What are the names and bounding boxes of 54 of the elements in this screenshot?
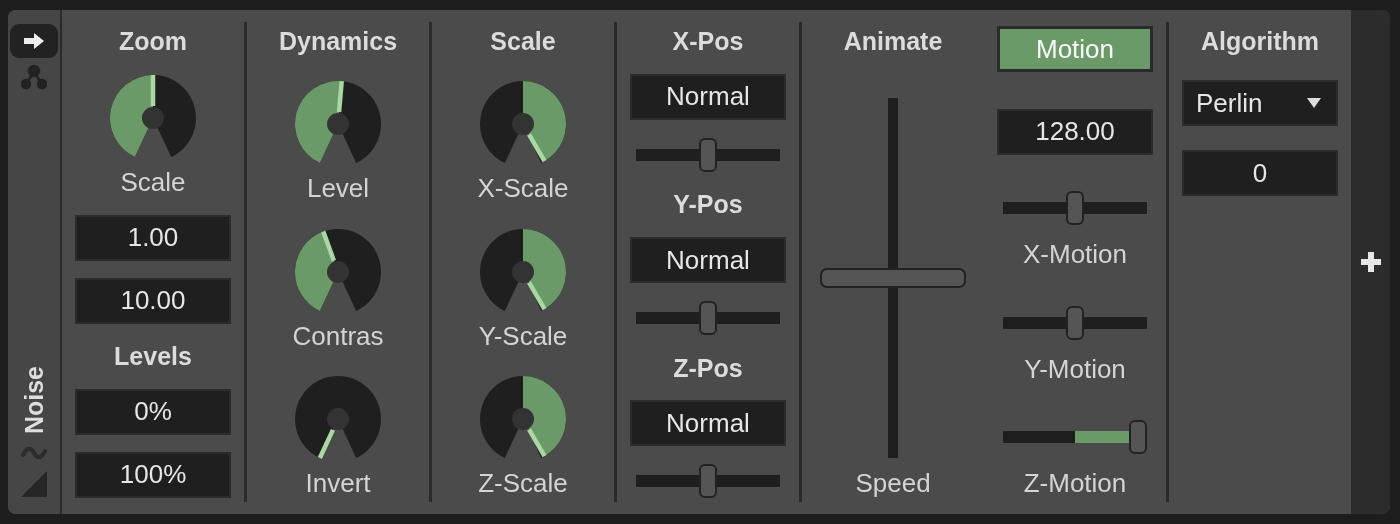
section-heading: Algorithm [1200, 26, 1319, 56]
section-heading: X-Pos [672, 26, 744, 56]
slider-thumb[interactable] [1066, 191, 1084, 225]
value-field[interactable]: Normal [630, 400, 786, 447]
nodes-icon[interactable] [21, 64, 47, 90]
section-heading: Animate [843, 26, 943, 56]
slider-fill [1075, 431, 1129, 443]
fader-label: Speed [855, 468, 931, 498]
section-heading: Dynamics [278, 26, 398, 56]
section-heading: Zoom [118, 26, 187, 56]
value-field[interactable]: 100% [75, 451, 231, 498]
slider-thumb[interactable] [699, 300, 717, 335]
knob-label: Z-Scale [478, 468, 568, 498]
value-field[interactable]: 10.00 [75, 278, 231, 324]
corner-triangle-icon[interactable] [20, 470, 48, 498]
section-heading: Levels [114, 341, 192, 372]
knob-label: Y-Scale [478, 320, 568, 351]
arrow-button[interactable] [10, 24, 58, 58]
slider[interactable] [1003, 305, 1147, 340]
slider-label: Y-Motion [1024, 353, 1126, 384]
fader[interactable] [820, 98, 966, 458]
arrow-right-icon [22, 32, 46, 50]
value-field[interactable]: 0% [75, 388, 231, 435]
slider-thumb[interactable] [699, 137, 717, 172]
knob-label: Scale [120, 167, 186, 198]
wave-icon [21, 446, 47, 460]
dropdown[interactable]: Perlin [1182, 80, 1338, 126]
section-heading: Z-Pos [673, 352, 743, 383]
slider-label: X-Motion [1022, 239, 1127, 269]
fader-thumb[interactable] [820, 268, 966, 288]
slider-thumb[interactable] [699, 464, 717, 498]
slider-thumb[interactable] [1066, 305, 1084, 340]
value-field[interactable]: Normal [630, 73, 786, 120]
section-heading: Scale [490, 26, 556, 56]
dropdown-caret-icon [1306, 97, 1322, 109]
device-title: Noise [19, 365, 49, 434]
slider[interactable] [1003, 191, 1147, 225]
slider[interactable] [636, 464, 780, 498]
slider-thumb[interactable] [1129, 420, 1147, 454]
slider[interactable] [636, 300, 780, 335]
knob-label: Invert [305, 468, 371, 498]
section-heading: Y-Pos [673, 189, 743, 220]
knob-label: Level [306, 173, 370, 204]
slider[interactable] [636, 137, 780, 172]
value-field[interactable]: 0 [1182, 150, 1338, 196]
dropdown-value: Perlin [1196, 87, 1263, 119]
slider-label: Z-Motion [1023, 468, 1127, 498]
plus-icon[interactable] [1359, 251, 1382, 273]
value-field[interactable]: 128.00 [997, 108, 1153, 155]
knob-label: Contras [292, 320, 384, 351]
knob-label: X-Scale [477, 173, 569, 204]
value-field[interactable]: Normal [630, 237, 786, 283]
slider[interactable] [1003, 420, 1147, 454]
value-field[interactable]: 1.00 [75, 214, 231, 261]
